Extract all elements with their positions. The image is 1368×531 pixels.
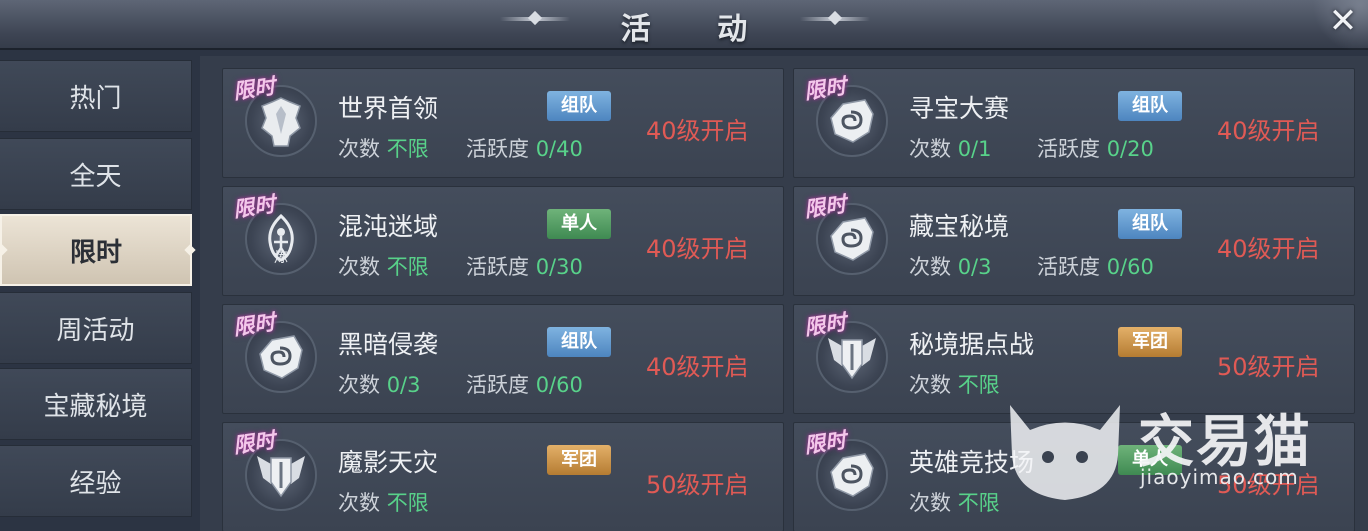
- activity-card-dark-invasion[interactable]: 限时黑暗侵袭 组队次数 0/3 活跃度 0/60 40级开启: [222, 304, 784, 414]
- count-stat: 次数 0/1: [909, 133, 991, 163]
- mode-tag: 军团: [547, 445, 611, 475]
- count-value: 0/3: [386, 373, 421, 397]
- count-label: 次数: [909, 255, 951, 279]
- activity-value: 0/60: [1106, 255, 1154, 279]
- count-label: 次数: [338, 137, 380, 161]
- mode-tag: 组队: [1118, 91, 1182, 121]
- activity-name: 魔影天灾: [338, 448, 439, 477]
- activity-name: 英雄竞技场: [909, 448, 1035, 477]
- limited-badge: 限时: [231, 428, 277, 458]
- unlock-level: 50级开启: [1217, 353, 1320, 381]
- mode-tag: 单人: [547, 209, 611, 239]
- activity-label: 活跃度: [466, 373, 529, 397]
- unlock-level: 40级开启: [1217, 117, 1320, 145]
- limited-badge: 限时: [231, 310, 277, 340]
- count-label: 次数: [909, 373, 951, 397]
- unlock-level: 40级开启: [646, 353, 749, 381]
- activity-card-hero-arena[interactable]: 限时英雄竞技场 单人次数 不限 50级开启: [793, 422, 1355, 531]
- tab-weekly[interactable]: 周活动: [0, 292, 192, 364]
- count-stat: 次数 不限: [338, 487, 429, 517]
- page-title: 活 动: [620, 12, 776, 47]
- activity-name: 寻宝大赛: [909, 94, 1010, 123]
- tab-all-day[interactable]: 全天: [0, 138, 192, 210]
- mode-tag: 单人: [1118, 445, 1182, 475]
- tab-limited-time[interactable]: 限时: [0, 214, 192, 286]
- count-stat: 次数 不限: [338, 133, 429, 163]
- count-label: 次数: [909, 491, 951, 515]
- mode-tag: 组队: [547, 91, 611, 121]
- tab-label: 限时: [69, 237, 122, 268]
- activity-stat: 活跃度 0/60: [466, 369, 583, 399]
- count-stat: 次数 不限: [338, 251, 429, 281]
- category-sidebar: 热门 全天 限时 周活动 宝藏秘境 经验: [0, 58, 195, 531]
- limited-badge: 限时: [802, 74, 848, 104]
- activity-card-world-boss[interactable]: 限时世界首领 组队次数 不限 活跃度 0/40 40级开启: [222, 68, 784, 178]
- limited-badge: 限时: [231, 192, 277, 222]
- tab-label: 经验: [69, 468, 122, 499]
- activity-stat: 活跃度 0/20: [1037, 133, 1154, 163]
- activity-name: 藏宝秘境: [909, 212, 1010, 241]
- title-bar: 活 动 ✕: [0, 0, 1368, 50]
- activity-card-shadow-calamity[interactable]: 限时魔影天灾 军团次数 不限 50级开启: [222, 422, 784, 531]
- tab-experience[interactable]: 经验: [0, 445, 192, 517]
- icon-glyph: 炼: [274, 250, 288, 266]
- activity-stat: 活跃度 0/30: [466, 251, 583, 281]
- activity-value: 0/60: [535, 373, 583, 397]
- count-value: 不限: [386, 491, 429, 515]
- limited-badge: 限时: [231, 74, 277, 104]
- count-stat: 次数 0/3: [338, 369, 420, 399]
- activity-card-treasure-hunt[interactable]: 限时寻宝大赛 组队次数 0/1 活跃度 0/20 40级开启: [793, 68, 1355, 178]
- tab-label: 全天: [69, 161, 122, 192]
- activity-label: 活跃度: [466, 137, 529, 161]
- unlock-level: 40级开启: [646, 117, 749, 145]
- tab-label: 热门: [69, 83, 122, 114]
- count-value: 不限: [386, 255, 429, 279]
- count-stat: 次数 0/3: [909, 251, 991, 281]
- limited-badge: 限时: [802, 428, 848, 458]
- tab-label: 周活动: [56, 315, 135, 346]
- count-stat: 次数 不限: [909, 369, 1000, 399]
- activity-name: 世界首领: [338, 94, 439, 123]
- activity-stat: 活跃度 0/40: [466, 133, 583, 163]
- activity-stat: 活跃度 0/60: [1037, 251, 1154, 281]
- count-label: 次数: [338, 491, 380, 515]
- unlock-level: 50级开启: [646, 471, 749, 499]
- activity-label: 活跃度: [1037, 137, 1100, 161]
- limited-badge: 限时: [802, 310, 848, 340]
- count-value: 不限: [957, 373, 1000, 397]
- activity-value: 0/30: [535, 255, 583, 279]
- mode-tag: 军团: [1118, 327, 1182, 357]
- tab-label: 宝藏秘境: [43, 391, 148, 422]
- activity-label: 活跃度: [1037, 255, 1100, 279]
- count-label: 次数: [338, 373, 380, 397]
- count-value: 不限: [957, 491, 1000, 515]
- count-stat: 次数 不限: [909, 487, 1000, 517]
- activity-name: 秘境据点战: [909, 330, 1035, 359]
- tab-treasure-realm[interactable]: 宝藏秘境: [0, 368, 192, 440]
- mode-tag: 组队: [547, 327, 611, 357]
- activity-card-stronghold-war[interactable]: 限时秘境据点战 军团次数 不限 50级开启: [793, 304, 1355, 414]
- activity-name: 黑暗侵袭: [338, 330, 439, 359]
- activity-value: 0/40: [535, 137, 583, 161]
- activity-label: 活跃度: [466, 255, 529, 279]
- activity-card-chaos-realm[interactable]: 炼 限时混沌迷域 单人次数 不限 活跃度 0/30 40级开启: [222, 186, 784, 296]
- count-value: 0/1: [957, 137, 992, 161]
- count-label: 次数: [338, 255, 380, 279]
- activity-name: 混沌迷域: [338, 212, 439, 241]
- close-icon[interactable]: ✕: [1322, 0, 1364, 42]
- count-label: 次数: [909, 137, 951, 161]
- unlock-level: 50级开启: [1217, 471, 1320, 499]
- unlock-level: 40级开启: [646, 235, 749, 263]
- count-value: 0/3: [957, 255, 992, 279]
- limited-badge: 限时: [802, 192, 848, 222]
- title-ornament-right: [800, 17, 870, 21]
- mode-tag: 组队: [1118, 209, 1182, 239]
- tab-hot[interactable]: 热门: [0, 60, 192, 132]
- activity-card-hidden-treasure[interactable]: 限时藏宝秘境 组队次数 0/3 活跃度 0/60 40级开启: [793, 186, 1355, 296]
- activity-grid: 限时 世界首领 组队 次数 不限 活跃度 0/40 40级开启 限时 寻宝大赛 组队 次数 0/…: [200, 56, 1368, 531]
- unlock-level: 40级开启: [1217, 235, 1320, 263]
- activity-value: 0/20: [1106, 137, 1154, 161]
- count-value: 不限: [386, 137, 429, 161]
